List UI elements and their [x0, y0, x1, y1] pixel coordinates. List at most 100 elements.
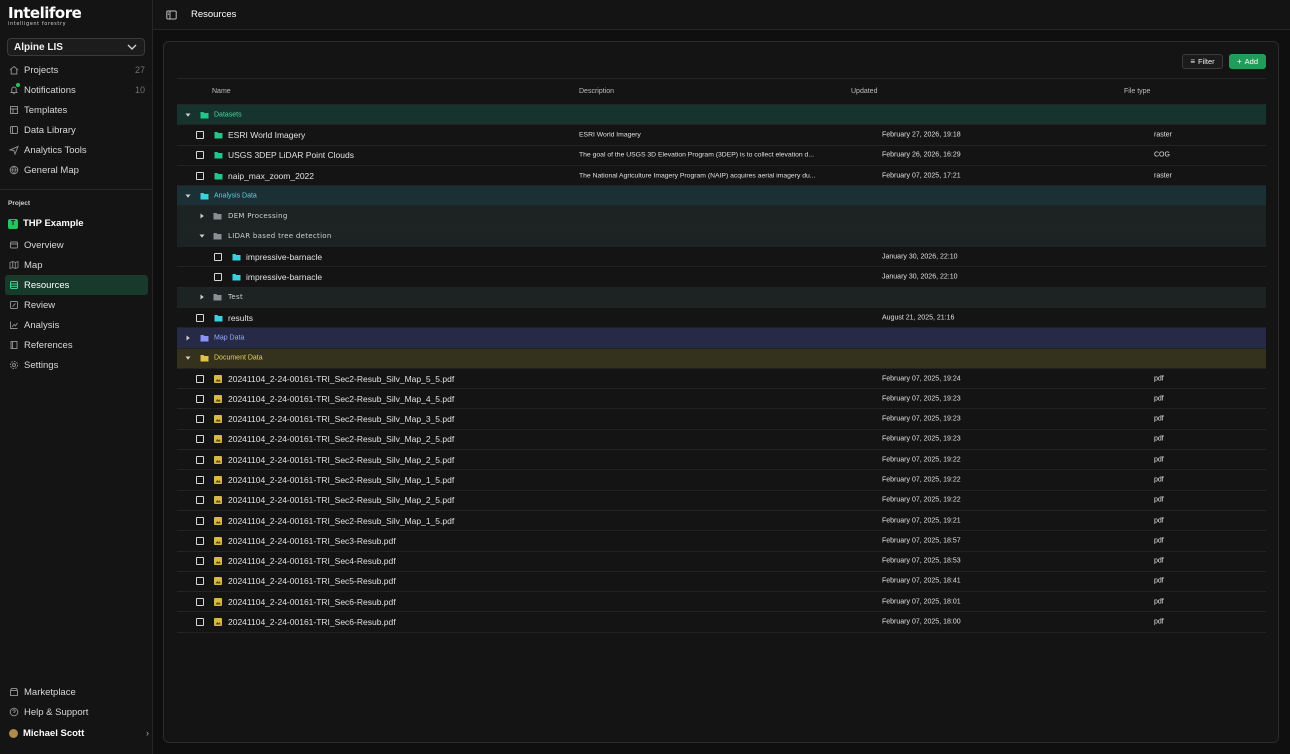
group-row[interactable]: Map Data	[177, 328, 1266, 349]
row-checkbox[interactable]	[196, 618, 204, 627]
table-row[interactable]: impressive-barnacle January 30, 2026, 22…	[177, 267, 1266, 288]
row-name[interactable]: USGS 3DEP LiDAR Point Clouds	[228, 150, 354, 160]
row-checkbox[interactable]	[196, 394, 204, 403]
column-header-updated[interactable]: Updated	[851, 88, 877, 95]
row-checkbox[interactable]	[196, 597, 204, 606]
row-name[interactable]: naip_max_zoom_2022	[228, 171, 314, 181]
nav-item-help-support[interactable]: Help & Support	[0, 702, 153, 722]
row-name[interactable]: ESRI World Imagery	[228, 130, 305, 140]
table-row[interactable]: 20241104_2-24-00161-TRI_Sec3-Resub.pdf F…	[177, 531, 1266, 552]
project-name[interactable]: T THP Example	[8, 218, 84, 229]
pdf-file-icon	[214, 577, 223, 586]
row-checkbox[interactable]	[196, 151, 204, 160]
table-row[interactable]: 20241104_2-24-00161-TRI_Sec6-Resub.pdf F…	[177, 612, 1266, 633]
nav-item-settings[interactable]: Settings	[0, 355, 153, 375]
subfolder-row[interactable]: LIDAR based tree detection	[177, 226, 1266, 248]
row-checkbox[interactable]	[196, 496, 204, 505]
nav-item-general-map[interactable]: General Map	[0, 160, 153, 180]
nav-item-analysis[interactable]: Analysis	[0, 315, 153, 335]
nav-item-resources[interactable]: Resources	[5, 275, 148, 295]
sidebar-toggle-icon[interactable]	[166, 10, 177, 20]
row-name[interactable]: results	[228, 313, 253, 323]
org-select[interactable]: Alpine LIS	[7, 38, 145, 56]
caret-down-icon[interactable]	[198, 232, 206, 240]
nav-item-notifications[interactable]: Notifications 10	[0, 80, 153, 100]
column-header-name[interactable]: Name	[212, 88, 231, 95]
nav-item-analytics-tools[interactable]: Analytics Tools	[0, 140, 153, 160]
row-name[interactable]: 20241104_2-24-00161-TRI_Sec2-Resub_Silv_…	[228, 394, 454, 404]
row-name[interactable]: 20241104_2-24-00161-TRI_Sec2-Resub_Silv_…	[228, 475, 454, 485]
subfolder-row[interactable]: Test	[177, 287, 1266, 308]
group-row[interactable]: Document Data	[177, 348, 1266, 369]
table-row[interactable]: 20241104_2-24-00161-TRI_Sec2-Resub_Silv_…	[177, 450, 1266, 471]
row-name[interactable]: 20241104_2-24-00161-TRI_Sec2-Resub_Silv_…	[228, 455, 454, 465]
row-checkbox[interactable]	[196, 435, 204, 444]
nav-item-references[interactable]: References	[0, 335, 153, 355]
row-checkbox[interactable]	[196, 536, 204, 545]
table-row[interactable]: ESRI World Imagery ESRI World Imagery Fe…	[177, 125, 1266, 146]
subfolder-row[interactable]: DEM Processing	[177, 206, 1266, 227]
folder-icon	[214, 314, 223, 322]
caret-right-icon[interactable]	[184, 334, 192, 342]
nav-item-templates[interactable]: Templates	[0, 100, 153, 120]
nav-item-overview[interactable]: Overview	[0, 235, 153, 255]
table-row[interactable]: results August 21, 2025, 21:16	[177, 308, 1266, 329]
nav-item-data-library[interactable]: Data Library	[0, 120, 153, 140]
group-name: Analysis Data	[214, 192, 257, 200]
row-checkbox[interactable]	[196, 313, 204, 322]
row-checkbox[interactable]	[196, 455, 204, 464]
caret-right-icon[interactable]	[198, 293, 206, 301]
nav-item-map[interactable]: Map	[0, 255, 153, 275]
row-name[interactable]: 20241104_2-24-00161-TRI_Sec2-Resub_Silv_…	[228, 434, 454, 444]
row-name[interactable]: impressive-barnacle	[246, 272, 322, 282]
caret-down-icon[interactable]	[184, 354, 192, 362]
add-button[interactable]: + Add	[1229, 54, 1266, 69]
row-checkbox[interactable]	[196, 415, 204, 424]
table-row[interactable]: 20241104_2-24-00161-TRI_Sec2-Resub_Silv_…	[177, 430, 1266, 451]
column-header-description[interactable]: Description	[579, 88, 614, 95]
table-row[interactable]: 20241104_2-24-00161-TRI_Sec2-Resub_Silv_…	[177, 511, 1266, 532]
table-row[interactable]: impressive-barnacle January 30, 2026, 22…	[177, 247, 1266, 268]
row-name[interactable]: 20241104_2-24-00161-TRI_Sec5-Resub.pdf	[228, 576, 396, 586]
row-checkbox[interactable]	[196, 171, 204, 180]
row-name[interactable]: 20241104_2-24-00161-TRI_Sec2-Resub_Silv_…	[228, 495, 454, 505]
table-row[interactable]: 20241104_2-24-00161-TRI_Sec5-Resub.pdf F…	[177, 572, 1266, 593]
row-checkbox[interactable]	[196, 374, 204, 383]
nav-item-review[interactable]: Review	[0, 295, 153, 315]
row-checkbox[interactable]	[196, 130, 204, 139]
table-row[interactable]: 20241104_2-24-00161-TRI_Sec2-Resub_Silv_…	[177, 470, 1266, 491]
nav-item-marketplace[interactable]: Marketplace	[0, 682, 153, 702]
group-row[interactable]: Datasets	[177, 105, 1266, 126]
group-row[interactable]: Analysis Data	[177, 186, 1266, 207]
table-row[interactable]: 20241104_2-24-00161-TRI_Sec2-Resub_Silv_…	[177, 369, 1266, 390]
caret-down-icon[interactable]	[184, 192, 192, 200]
row-name[interactable]: 20241104_2-24-00161-TRI_Sec6-Resub.pdf	[228, 597, 396, 607]
row-checkbox[interactable]	[214, 252, 222, 261]
table-row[interactable]: 20241104_2-24-00161-TRI_Sec2-Resub_Silv_…	[177, 389, 1266, 410]
row-checkbox[interactable]	[196, 475, 204, 484]
table-row[interactable]: naip_max_zoom_2022 The National Agricult…	[177, 166, 1266, 187]
logo[interactable]: Intelifore intelligent forestry	[8, 6, 82, 28]
row-name[interactable]: 20241104_2-24-00161-TRI_Sec6-Resub.pdf	[228, 617, 396, 627]
row-checkbox[interactable]	[196, 557, 204, 566]
row-name[interactable]: 20241104_2-24-00161-TRI_Sec3-Resub.pdf	[228, 536, 396, 546]
caret-down-icon[interactable]	[184, 111, 192, 119]
row-name[interactable]: 20241104_2-24-00161-TRI_Sec4-Resub.pdf	[228, 556, 396, 566]
table-row[interactable]: 20241104_2-24-00161-TRI_Sec2-Resub_Silv_…	[177, 491, 1266, 511]
row-name[interactable]: 20241104_2-24-00161-TRI_Sec2-Resub_Silv_…	[228, 516, 454, 526]
row-name[interactable]: 20241104_2-24-00161-TRI_Sec2-Resub_Silv_…	[228, 374, 454, 384]
table-row[interactable]: 20241104_2-24-00161-TRI_Sec2-Resub_Silv_…	[177, 409, 1266, 430]
nav-item-projects[interactable]: Projects 27	[0, 60, 153, 80]
filter-button[interactable]: ≡ Filter	[1182, 54, 1223, 69]
row-checkbox[interactable]	[196, 516, 204, 525]
row-checkbox[interactable]	[196, 577, 204, 586]
table-row[interactable]: USGS 3DEP LiDAR Point Clouds The goal of…	[177, 146, 1266, 166]
table-row[interactable]: 20241104_2-24-00161-TRI_Sec6-Resub.pdf F…	[177, 592, 1266, 613]
table-row[interactable]: 20241104_2-24-00161-TRI_Sec4-Resub.pdf F…	[177, 552, 1266, 572]
user-menu[interactable]: Michael Scott ›	[9, 726, 149, 740]
row-name[interactable]: 20241104_2-24-00161-TRI_Sec2-Resub_Silv_…	[228, 414, 454, 424]
row-checkbox[interactable]	[214, 273, 222, 282]
row-name[interactable]: impressive-barnacle	[246, 252, 322, 262]
column-header-file-type[interactable]: File type	[1124, 88, 1150, 95]
caret-right-icon[interactable]	[198, 212, 206, 220]
